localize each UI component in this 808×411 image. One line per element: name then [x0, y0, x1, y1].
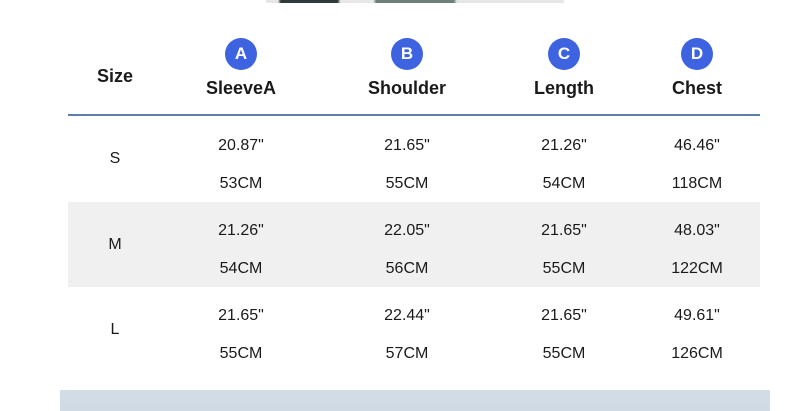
column-label: Shoulder	[367, 78, 446, 98]
value-inches: 21.65"	[541, 222, 587, 239]
column-header-shoulder: B Shoulder	[354, 30, 460, 114]
value-inches: 20.87"	[218, 137, 264, 154]
value-inches: 48.03"	[674, 222, 720, 239]
badge-a-icon: A	[225, 38, 257, 70]
badge-c-icon: C	[548, 38, 580, 70]
value-inches: 49.61"	[674, 307, 720, 324]
size-chart-page: Size A SleeveA B Shoulder C Length D Che…	[0, 0, 808, 411]
column-header-chest: D Chest	[644, 30, 750, 114]
size-cell: M	[108, 235, 122, 253]
value-inches: 21.65"	[541, 307, 587, 324]
badge-b-icon: B	[391, 38, 423, 70]
cell-shoulder: 21.65" 55CM	[354, 116, 460, 202]
column-label: SleeveA	[205, 78, 277, 98]
cell-chest: 49.61" 126CM	[644, 287, 750, 372]
size-table: Size A SleeveA B Shoulder C Length D Che…	[68, 30, 760, 372]
value-cm: 57CM	[385, 345, 429, 362]
column-header-length: C Length	[511, 30, 617, 114]
size-cell: S	[109, 150, 121, 167]
value-inches: 21.65"	[218, 307, 264, 324]
value-cm: 55CM	[219, 345, 263, 362]
value-cm: 53CM	[219, 175, 263, 192]
cell-sleeve: 21.26" 54CM	[188, 202, 294, 287]
cell-chest: 46.46" 118CM	[644, 116, 750, 202]
table-row-s: S 20.87" 53CM 21.65" 55CM 21.26" 54CM 46…	[68, 116, 760, 202]
badge-d-icon: D	[681, 38, 713, 70]
value-inches: 21.26"	[218, 222, 264, 239]
cell-length: 21.26" 54CM	[511, 116, 617, 202]
value-cm: 56CM	[385, 260, 429, 277]
size-column-header: Size	[96, 66, 134, 86]
table-row-l: L 21.65" 55CM 22.44" 57CM 21.65" 55CM 49…	[68, 287, 760, 372]
product-photo-bottom	[60, 390, 770, 411]
value-cm: 126CM	[671, 345, 723, 362]
column-header-sleeve: A SleeveA	[188, 30, 294, 114]
value-inches: 22.44"	[384, 307, 430, 324]
value-inches: 22.05"	[384, 222, 430, 239]
cell-shoulder: 22.44" 57CM	[354, 287, 460, 372]
cell-length: 21.65" 55CM	[511, 202, 617, 287]
cell-shoulder: 22.05" 56CM	[354, 202, 460, 287]
cell-chest: 48.03" 122CM	[644, 202, 750, 287]
value-inches: 46.46"	[674, 137, 720, 154]
cell-sleeve: 21.65" 55CM	[188, 287, 294, 372]
value-cm: 118CM	[671, 175, 723, 192]
table-row-m: M 21.26" 54CM 22.05" 56CM 21.65" 55CM 48…	[68, 202, 760, 287]
column-label: Chest	[671, 78, 722, 98]
value-cm: 122CM	[671, 260, 723, 277]
value-cm: 55CM	[542, 345, 586, 362]
product-photo-top	[266, 0, 564, 3]
value-inches: 21.65"	[384, 137, 430, 154]
value-cm: 54CM	[542, 175, 586, 192]
cell-sleeve: 20.87" 53CM	[188, 116, 294, 202]
value-cm: 55CM	[385, 175, 429, 192]
cell-length: 21.65" 55CM	[511, 287, 617, 372]
column-label: Length	[534, 78, 594, 98]
value-inches: 21.26"	[541, 137, 587, 154]
value-cm: 55CM	[542, 260, 586, 277]
value-cm: 54CM	[219, 260, 263, 277]
size-cell: L	[110, 320, 120, 338]
table-header: Size A SleeveA B Shoulder C Length D Che…	[68, 30, 760, 116]
